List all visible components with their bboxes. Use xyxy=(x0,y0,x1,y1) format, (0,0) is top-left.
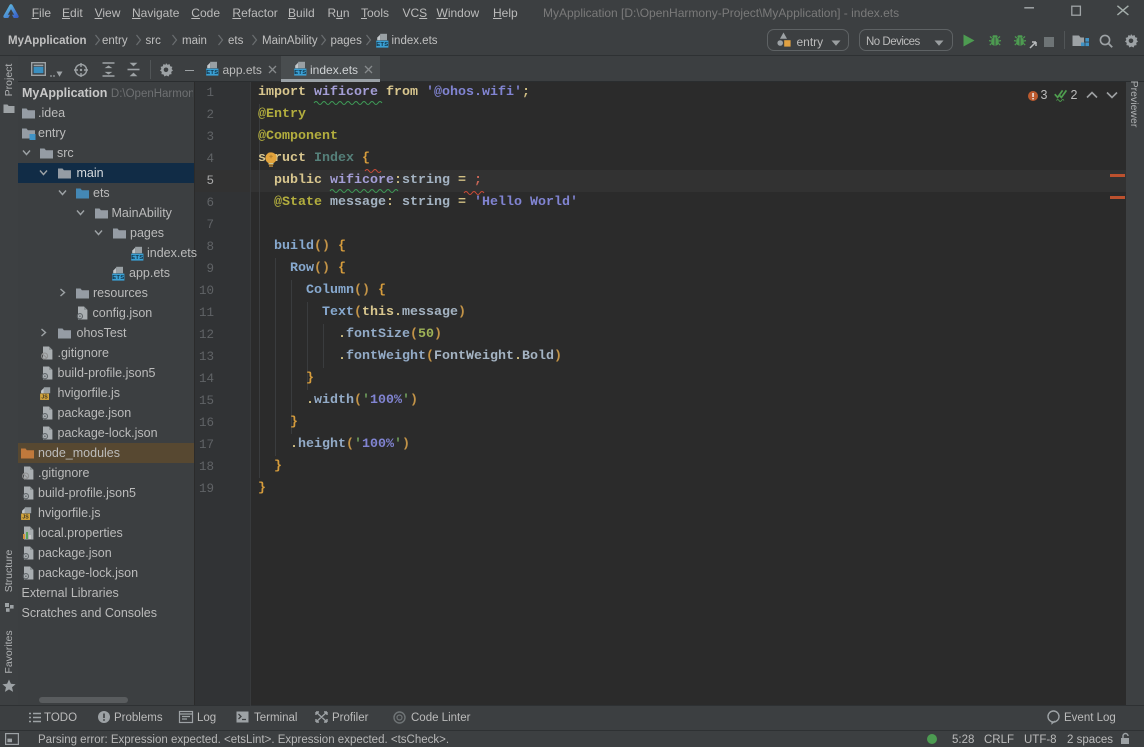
svg-text:JS: JS xyxy=(41,394,48,400)
svg-text:ETS: ETS xyxy=(376,42,388,48)
svg-text:ETS: ETS xyxy=(131,255,143,261)
svg-text:ETS: ETS xyxy=(206,70,218,76)
svg-text:ETS: ETS xyxy=(294,70,306,76)
svg-text:JS: JS xyxy=(22,514,29,520)
svg-text:ETS: ETS xyxy=(112,275,124,281)
